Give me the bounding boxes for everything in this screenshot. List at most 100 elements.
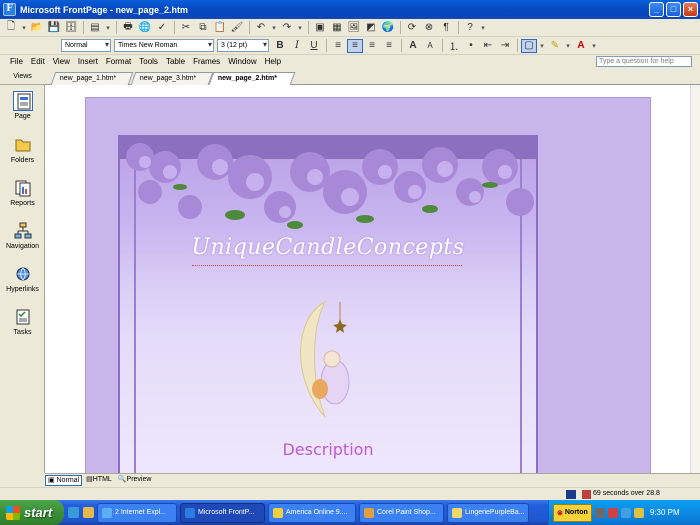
view-hyperlinks[interactable]: Hyperlinks xyxy=(0,264,45,293)
minimize-button[interactable]: _ xyxy=(649,2,664,17)
bullets-icon[interactable]: • xyxy=(463,39,479,53)
undo-dropdown-icon[interactable]: ▾ xyxy=(270,21,278,35)
highlight-icon[interactable]: ✎ xyxy=(547,39,563,53)
taskbar-internet-explorer[interactable]: 2 Internet Expl... xyxy=(97,502,177,523)
menu-view[interactable]: View xyxy=(53,57,70,66)
help-icon[interactable]: ? xyxy=(462,21,478,35)
redo-dropdown-icon[interactable]: ▾ xyxy=(296,21,304,35)
insert-table-icon[interactable]: ▦ xyxy=(329,21,345,35)
print-icon[interactable]: 🖶 xyxy=(120,21,136,35)
menu-window[interactable]: Window xyxy=(228,57,256,66)
tray-icon-4[interactable] xyxy=(633,507,644,518)
align-left-icon[interactable]: ≡ xyxy=(330,39,346,53)
style-combo[interactable]: Normal xyxy=(61,39,111,52)
stop-icon[interactable]: ⊗ xyxy=(421,21,437,35)
help-dropdown-icon[interactable]: ▾ xyxy=(479,21,487,35)
view-tasks[interactable]: Tasks xyxy=(0,307,45,336)
decrease-indent-icon[interactable]: ⇤ xyxy=(480,39,496,53)
maximize-button[interactable]: □ xyxy=(666,2,681,17)
preview-view-button[interactable]: 🔍Preview xyxy=(116,475,154,486)
font-color-dropdown-icon[interactable]: ▾ xyxy=(590,39,598,53)
site-title: UniqueCandleConcepts xyxy=(191,235,465,260)
document-editor[interactable]: UniqueCandleConcepts Description xyxy=(45,85,690,473)
copy-icon[interactable]: ⧉ xyxy=(195,21,211,35)
tray-icon-3[interactable] xyxy=(620,507,631,518)
align-right-icon[interactable]: ≡ xyxy=(364,39,380,53)
show-formatting-icon[interactable]: ¶ xyxy=(438,21,454,35)
formatting-toolbar: Normal Times New Roman 3 (12 pt) B I U ≡… xyxy=(0,37,700,55)
insert-picture-icon[interactable]: 🖼 xyxy=(346,21,362,35)
refresh-icon[interactable]: ⟳ xyxy=(404,21,420,35)
taskbar-lingerie-image[interactable]: LingeriePurpleBa... xyxy=(447,502,529,523)
new-dropdown-icon[interactable]: ▾ xyxy=(20,21,28,35)
justify-icon[interactable]: ≡ xyxy=(381,39,397,53)
taskbar-aol[interactable]: America Online 9.... xyxy=(268,502,356,523)
start-button[interactable]: start xyxy=(0,500,64,525)
tray-icon-1[interactable] xyxy=(594,507,605,518)
font-color-icon[interactable]: A xyxy=(573,39,589,53)
tab-new-page-3[interactable]: new_page_3.htm* xyxy=(130,72,214,85)
vertical-scrollbar[interactable] xyxy=(690,85,700,473)
taskbar-paint-shop[interactable]: Corel Paint Shop... xyxy=(359,502,444,523)
view-page[interactable]: Page xyxy=(0,91,45,120)
quicklaunch-folder-icon[interactable] xyxy=(83,507,94,518)
cut-icon[interactable]: ✂ xyxy=(178,21,194,35)
format-painter-icon[interactable]: 🖌 xyxy=(229,21,245,35)
redo-icon[interactable]: ↷ xyxy=(279,21,295,35)
decrease-font-icon[interactable]: A xyxy=(422,39,438,53)
highlight-dropdown-icon[interactable]: ▾ xyxy=(564,39,572,53)
help-search-input[interactable]: Type a question for help xyxy=(596,56,692,67)
save-icon[interactable]: 💾 xyxy=(46,21,62,35)
tray-icon-2[interactable] xyxy=(607,507,618,518)
menu-file[interactable]: File xyxy=(10,57,23,66)
quicklaunch-ie-icon[interactable] xyxy=(68,507,79,518)
angel-moon-image xyxy=(300,300,350,418)
tab-new-page-2[interactable]: new_page_2.htm* xyxy=(208,72,296,85)
ie-icon xyxy=(102,507,112,518)
font-size-combo[interactable]: 3 (12 pt) xyxy=(217,39,269,52)
increase-indent-icon[interactable]: ⇥ xyxy=(497,39,513,53)
increase-font-icon[interactable]: A xyxy=(405,39,421,53)
frontpage-app-icon[interactable]: F xyxy=(3,3,16,16)
preview-browser-icon[interactable]: 🌐 xyxy=(137,21,153,35)
taskbar-frontpage[interactable]: Microsoft FrontP... xyxy=(180,502,265,523)
borders-dropdown-icon[interactable]: ▾ xyxy=(538,39,546,53)
view-reports[interactable]: Reports xyxy=(0,178,45,207)
font-combo[interactable]: Times New Roman xyxy=(114,39,214,52)
menu-frames[interactable]: Frames xyxy=(193,57,220,66)
close-button[interactable]: × xyxy=(683,2,698,17)
hyperlink-icon[interactable]: 🌍 xyxy=(380,21,396,35)
toggle-pane-dropdown-icon[interactable]: ▾ xyxy=(104,21,112,35)
norton-button[interactable]: ⊗ Norton xyxy=(553,503,592,522)
download-icon xyxy=(566,490,576,499)
paste-icon[interactable]: 📋 xyxy=(212,21,228,35)
menu-table[interactable]: Table xyxy=(166,57,185,66)
publish-icon[interactable]: 🗄 xyxy=(63,21,79,35)
normal-view-button[interactable]: ▣ Normal xyxy=(45,475,83,486)
underline-button[interactable]: U xyxy=(306,39,322,53)
spelling-icon[interactable]: ✓ xyxy=(154,21,170,35)
drawing-icon[interactable]: ◩ xyxy=(363,21,379,35)
menu-edit[interactable]: Edit xyxy=(31,57,45,66)
italic-button[interactable]: I xyxy=(289,39,305,53)
standard-toolbar: 🗋 ▾ 📂 💾 🗄 ▤ ▾ 🖶 🌐 ✓ ✂ ⧉ 📋 🖌 ↶ ▾ ↷ ▾ ▣ ▦ … xyxy=(0,19,700,37)
new-page-icon[interactable]: 🗋 xyxy=(3,21,19,35)
bold-button[interactable]: B xyxy=(272,39,288,53)
html-view-button[interactable]: ▤HTML xyxy=(84,475,114,486)
description-heading: Description xyxy=(282,440,374,459)
toggle-pane-icon[interactable]: ▤ xyxy=(87,21,103,35)
view-navigation[interactable]: Navigation xyxy=(0,221,45,250)
web-component-icon[interactable]: ▣ xyxy=(312,21,328,35)
menu-format[interactable]: Format xyxy=(106,57,131,66)
borders-icon[interactable]: ▢ xyxy=(521,38,537,53)
numbering-icon[interactable]: ⒈ xyxy=(446,39,462,53)
open-icon[interactable]: 📂 xyxy=(29,21,45,35)
align-center-icon[interactable]: ≡ xyxy=(347,38,363,53)
menu-help[interactable]: Help xyxy=(265,57,281,66)
undo-icon[interactable]: ↶ xyxy=(253,21,269,35)
menu-tools[interactable]: Tools xyxy=(139,57,158,66)
view-folders[interactable]: Folders xyxy=(0,135,45,164)
views-pane: Page Folders Reports Navigation Hyperlin… xyxy=(0,85,45,473)
menu-insert[interactable]: Insert xyxy=(78,57,98,66)
tab-new-page-1[interactable]: new_page_1.htm* xyxy=(50,72,134,85)
